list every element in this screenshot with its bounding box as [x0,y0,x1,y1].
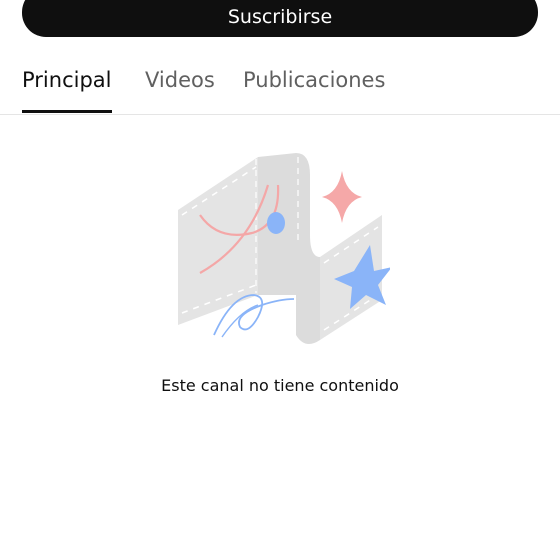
tab-principal[interactable]: Principal [22,68,112,92]
active-tab-indicator [22,110,112,113]
subscribe-button-container: Suscribirse [22,0,538,37]
tab-videos[interactable]: Videos [145,68,215,92]
subscribe-button[interactable]: Suscribirse [22,0,538,37]
channel-page: Suscribirse Principal Videos Publicacion… [0,0,560,560]
channel-tabs: Principal Videos Publicaciones [0,56,560,115]
empty-channel-message: Este canal no tiene contenido [161,376,399,395]
tab-publicaciones[interactable]: Publicaciones [243,68,385,92]
empty-channel-illustration-icon [170,145,392,350]
